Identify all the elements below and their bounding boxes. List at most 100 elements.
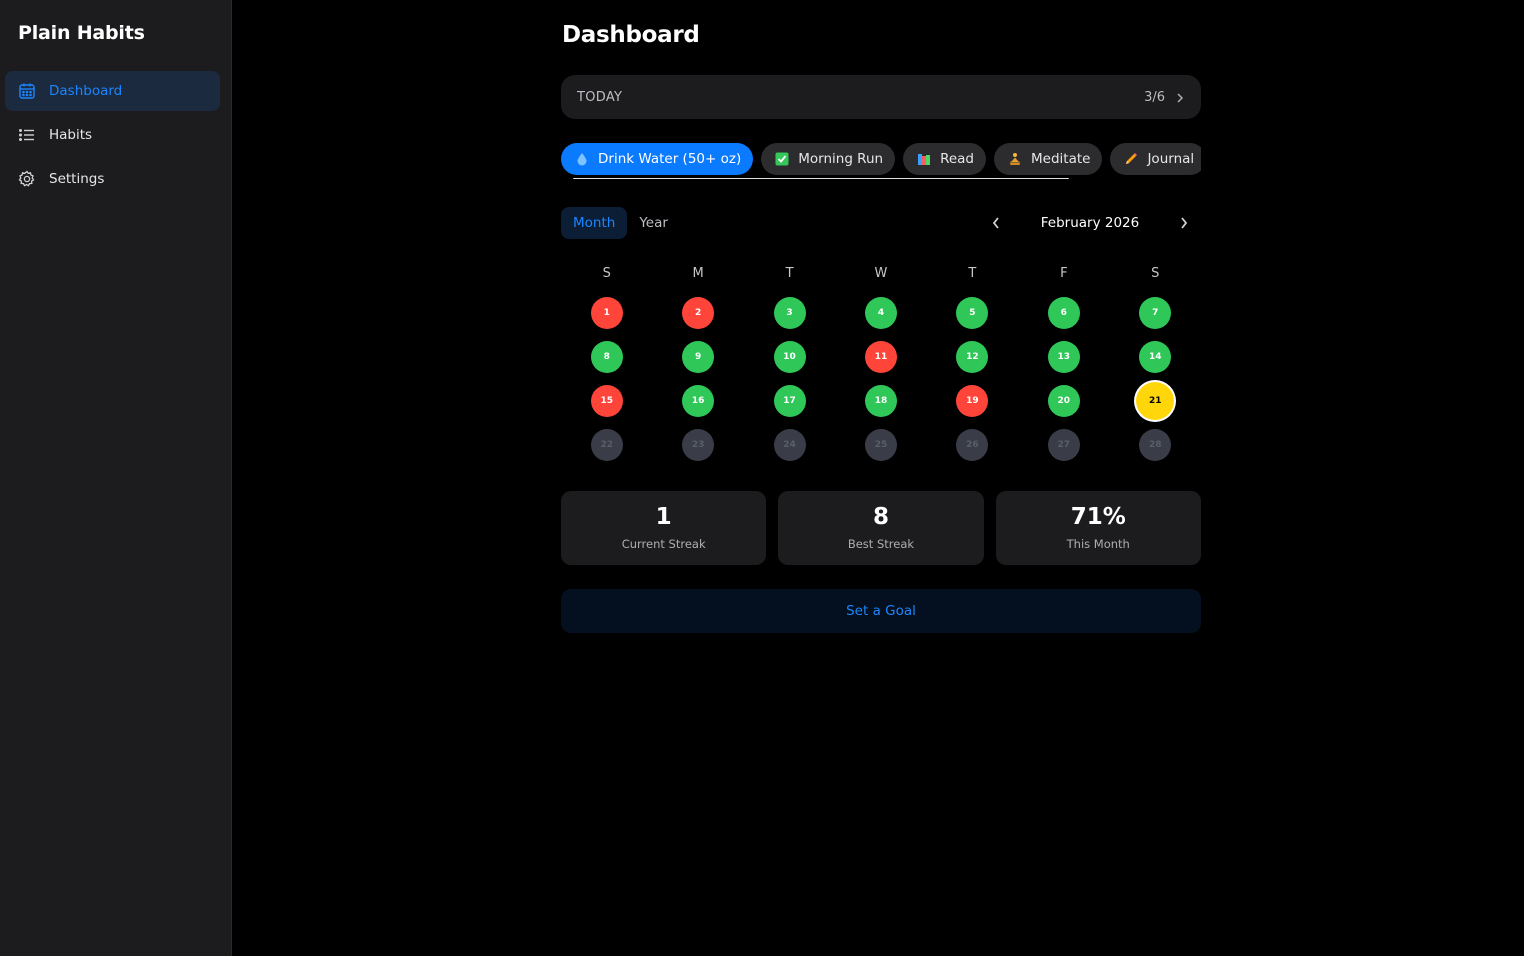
calendar-day[interactable]: 1 — [590, 297, 623, 329]
books-icon — [917, 152, 931, 166]
weekday-header: S M T W T F S — [561, 266, 1201, 281]
calendar-day[interactable]: 15 — [590, 385, 623, 417]
app-title: Plain Habits — [18, 22, 145, 44]
stat-value: 8 — [872, 503, 889, 530]
calendar-day[interactable]: 28 — [1139, 429, 1172, 461]
calendar-day[interactable]: 18 — [864, 385, 897, 417]
calendar-day[interactable]: 12 — [956, 341, 989, 373]
calendar-day[interactable]: 20 — [1047, 385, 1080, 417]
view-toggle: Month Year — [561, 207, 680, 239]
calendar-day[interactable]: 25 — [864, 429, 897, 461]
calendar-day-cell: 2 — [652, 297, 743, 329]
calendar-day-cell: 1 — [561, 297, 652, 329]
stat-value: 1 — [655, 503, 672, 530]
calendar-day[interactable]: 17 — [773, 385, 806, 417]
today-label: TODAY — [577, 89, 623, 105]
calendar-day[interactable]: 11 — [864, 341, 897, 373]
month-view-button[interactable]: Month — [561, 207, 628, 239]
calendar-day-cell: 18 — [835, 385, 926, 417]
calendar-day[interactable]: 8 — [590, 341, 623, 373]
water-drop-icon — [575, 152, 589, 166]
calendar-day[interactable]: 7 — [1139, 297, 1172, 329]
calendar-day[interactable]: 21 — [1136, 382, 1175, 420]
calendar-day-cell: 26 — [927, 429, 1018, 461]
chevron-left-icon[interactable] — [989, 215, 1003, 231]
calendar-day[interactable]: 19 — [956, 385, 989, 417]
calendar-day[interactable]: 24 — [773, 429, 806, 461]
calendar-day-cell: 8 — [561, 341, 652, 373]
habit-chip-label: Journal — [1147, 151, 1195, 167]
stat-value: 71% — [1070, 503, 1126, 530]
calendar-icon — [18, 82, 36, 100]
calendar-day[interactable]: 14 — [1139, 341, 1172, 373]
calendar-day-cell: 22 — [561, 429, 652, 461]
calendar-day[interactable]: 3 — [773, 297, 806, 329]
calendar-day-cell: 24 — [744, 429, 835, 461]
calendar-day-cell: 4 — [835, 297, 926, 329]
calendar-day-cell: 9 — [652, 341, 743, 373]
stat-label: Best Streak — [847, 536, 915, 551]
weekday-label: S — [1151, 266, 1160, 281]
calendar-day[interactable]: 26 — [956, 429, 989, 461]
sidebar-item-label: Dashboard — [49, 83, 123, 99]
meditate-icon — [1008, 152, 1022, 166]
stat-card-this-month: 71% This Month — [995, 491, 1201, 565]
calendar-day[interactable]: 23 — [682, 429, 715, 461]
calendar-day[interactable]: 4 — [864, 297, 897, 329]
habit-chip-read[interactable]: Read — [903, 143, 986, 175]
stats-row: 1 Current Streak 8 Best Streak 71% This … — [561, 491, 1201, 565]
calendar-day-cell: 14 — [1110, 341, 1201, 373]
calendar-day-cell: 21 — [1110, 382, 1201, 420]
month-navigator: February 2026 — [989, 207, 1191, 239]
habit-chip-label: Meditate — [1031, 151, 1091, 167]
calendar-day[interactable]: 2 — [682, 297, 715, 329]
habit-chip-label: Drink Water (50+ oz) — [598, 151, 742, 167]
sidebar-nav: Dashboard Habits Settings — [5, 71, 220, 203]
calendar-day-cell: 12 — [927, 341, 1018, 373]
calendar-day-cell: 10 — [744, 341, 835, 373]
sidebar-item-dashboard[interactable]: Dashboard — [5, 71, 220, 111]
sidebar: Plain Habits Dashboard Habits Settings — [0, 0, 232, 956]
calendar-day[interactable]: 22 — [590, 429, 623, 461]
habit-scrollbar[interactable] — [573, 178, 1069, 179]
habit-chip-journal[interactable]: Journal — [1110, 143, 1201, 175]
chevron-right-icon[interactable] — [1177, 215, 1191, 231]
calendar-day[interactable]: 9 — [682, 341, 715, 373]
calendar-day[interactable]: 6 — [1047, 297, 1080, 329]
set-goal-button[interactable]: Set a Goal — [561, 589, 1201, 633]
pencil-icon — [1124, 152, 1138, 166]
habit-chip-drink-water[interactable]: Drink Water (50+ oz) — [561, 143, 754, 175]
calendar-day-cell: 6 — [1018, 297, 1109, 329]
gear-icon — [18, 170, 36, 188]
calendar-day-cell: 19 — [927, 385, 1018, 417]
weekday-label: T — [785, 266, 794, 281]
chevron-right-icon — [1175, 90, 1185, 104]
calendar-day[interactable]: 10 — [773, 341, 806, 373]
sidebar-item-label: Habits — [49, 127, 93, 143]
sidebar-item-settings[interactable]: Settings — [5, 159, 220, 199]
calendar-day-cell: 5 — [927, 297, 1018, 329]
calendar-day-cell: 16 — [652, 385, 743, 417]
sidebar-item-label: Settings — [49, 171, 105, 187]
habit-chip-meditate[interactable]: Meditate — [994, 143, 1103, 175]
stat-card-current-streak: 1 Current Streak — [561, 491, 767, 565]
habit-chip-morning-run[interactable]: Morning Run — [761, 143, 896, 175]
calendar-day-cell: 7 — [1110, 297, 1201, 329]
today-count: 3/6 — [1144, 89, 1165, 105]
sidebar-item-habits[interactable]: Habits — [5, 115, 220, 155]
calendar-day[interactable]: 5 — [956, 297, 989, 329]
calendar-day-cell: 17 — [744, 385, 835, 417]
calendar-grid: 1 2 3 4 5 6 7 8 9 10 11 12 13 14 15 16 17 18 19 20 21 22 23 24 2… — [561, 297, 1201, 461]
calendar-day[interactable]: 27 — [1047, 429, 1080, 461]
weekday-label: S — [602, 266, 611, 281]
page-title: Dashboard — [562, 22, 700, 48]
calendar-day-cell: 28 — [1110, 429, 1201, 461]
habit-chip-label: Morning Run — [798, 151, 884, 167]
weekday-label: W — [874, 266, 888, 281]
list-icon — [18, 126, 36, 144]
today-summary-button[interactable]: TODAY 3/6 — [561, 75, 1201, 119]
calendar-day[interactable]: 16 — [682, 385, 715, 417]
habit-chip-label: Read — [940, 151, 974, 167]
calendar-day[interactable]: 13 — [1047, 341, 1080, 373]
year-view-button[interactable]: Year — [627, 207, 680, 239]
